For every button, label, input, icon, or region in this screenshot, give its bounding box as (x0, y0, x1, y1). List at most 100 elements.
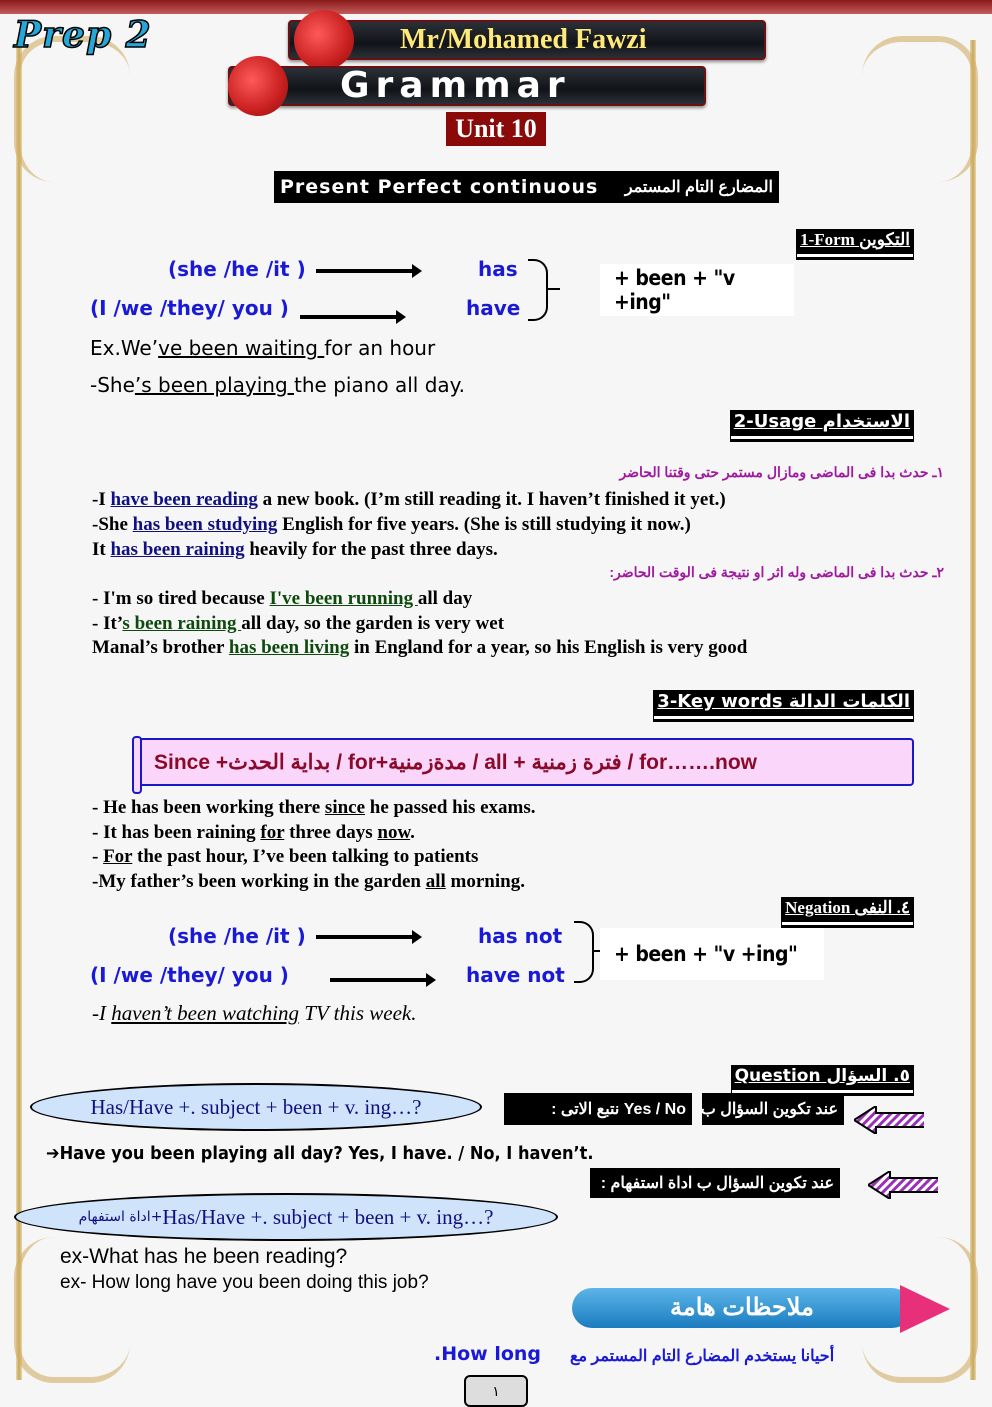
negation-example: -I haven’t been watching TV this week. (92, 1001, 416, 1026)
question-heading-ar: ٥. السؤال (826, 1066, 910, 1086)
text: . (410, 822, 415, 843)
form-example-2: -She’s been playing the piano all day. (90, 373, 465, 397)
corner-ornament-top-right (862, 36, 978, 182)
underlined-verb: have been reading (110, 489, 258, 510)
usage-heading-en: 2-Usage (733, 411, 817, 432)
text: It (92, 539, 111, 560)
text: three days (284, 822, 378, 843)
text: -I (92, 1001, 112, 1025)
gem-icon (900, 1285, 950, 1333)
corner-ornament-top-left (14, 36, 130, 182)
negation-formula: + been + "v +ing" (600, 928, 824, 980)
arrow-icon (316, 930, 422, 944)
subject-group-singular: (she /he /it ) (168, 257, 306, 281)
arrow-icon (300, 310, 406, 324)
aux-has: has (478, 257, 518, 281)
keywords-heading-en: 3-Key words (657, 691, 783, 712)
wh-example-1: ex-What has he been reading? (60, 1245, 348, 1268)
important-notes-banner: ملاحظات هامة (572, 1288, 912, 1328)
keywords-scroll: Since +بداية الحدث / for+مدةزمنية / all … (132, 736, 914, 794)
text: for an hour (324, 336, 436, 360)
yes-no-formula-oval: Has/Have +. subject + been + v. ing…? (30, 1083, 482, 1131)
aux-has-not: has not (478, 924, 563, 948)
negation-heading-en: Negation (785, 898, 851, 917)
subject-group-plural: (I /we /they/ you ) (90, 963, 289, 987)
underlined-verb: s been raining (122, 613, 242, 634)
underlined-verb: has been raining (110, 539, 245, 560)
seal-icon (228, 56, 288, 116)
wh-question-label: عند تكوين السؤال ب اداة استفهام : (590, 1168, 840, 1198)
text: Ex.We’ (90, 336, 159, 360)
left-arrow-icon (854, 1106, 924, 1134)
left-arrow-icon (868, 1171, 938, 1199)
text: - I'm so tired because (92, 588, 270, 609)
text: all day, so the garden is very wet (241, 613, 505, 634)
page-number: ١ (464, 1375, 528, 1407)
yes-no-label: عند تكوين السؤال ب (701, 1093, 844, 1125)
text: - (92, 846, 104, 867)
text: heavily for the past three days. (244, 539, 498, 560)
keyword-example: -My father’s been working in the garden … (92, 871, 525, 893)
subject-group-plural: (I /we /they/ you ) (90, 296, 289, 320)
keyword-example: - He has been working there since he pas… (92, 797, 536, 819)
wh-formula: Has/Have +. subject + been + v. ing…? (162, 1204, 494, 1229)
unit-badge: Unit 10 (446, 112, 546, 146)
subject-banner: Grammar (228, 56, 706, 116)
usage-example: - It’s been raining all day, so the gard… (92, 613, 504, 635)
top-border (0, 0, 992, 14)
seal-icon (294, 10, 354, 70)
usage-heading-ar: الاستخدام (822, 411, 910, 432)
text: English for five years. (She is still st… (277, 514, 691, 535)
question-heading: Question ٥. السؤال (730, 1065, 914, 1090)
arrow-icon (330, 973, 436, 987)
author-banner: Mr/Mohamed Fawzi (288, 10, 766, 70)
wh-word-label: اداة استفهام+ (78, 1209, 163, 1225)
aux-have-not: have not (466, 963, 565, 987)
subject-group-singular: (she /he /it ) (168, 924, 306, 948)
usage-example: Manal’s brother has been living in Engla… (92, 637, 747, 659)
text: a new book. (I’m still reading it. I hav… (257, 489, 726, 510)
form-heading: 1-Form التكوين (796, 229, 914, 254)
yes-no-tag: Yes / No نتبع الاتى : (504, 1093, 692, 1125)
question-heading-en: Question (734, 1066, 821, 1086)
keyword: since (324, 797, 366, 818)
keyword-example: - It has been raining for three days now… (92, 822, 415, 844)
text: -I (92, 489, 111, 510)
underlined-verb: has been living (228, 637, 350, 658)
form-formula: + been + "v +ing" (600, 264, 794, 316)
yes-no-example: ➔Have you been playing all day? Yes, I h… (46, 1143, 594, 1164)
wh-formula-oval: اداة استفهام+ Has/Have +. subject + been … (14, 1193, 558, 1241)
text: in England for a year, so his English is… (349, 637, 748, 658)
note-english: How long. (434, 1343, 542, 1365)
yes-no-formula: Has/Have +. subject + been + v. ing…? (90, 1094, 422, 1119)
left-border (16, 40, 22, 1380)
usage-example: - I'm so tired because I've been running… (92, 588, 472, 610)
brace-icon (574, 921, 606, 983)
author-name: Mr/Mohamed Fawzi (400, 24, 647, 55)
topic-title-bar: Present Perfect continuous المضارع التام… (274, 171, 779, 203)
form-heading-ar: التكوين (859, 230, 910, 249)
usage-example: It has been raining heavily for the past… (92, 539, 498, 561)
text: Manal’s brother (92, 637, 229, 658)
form-example-1: Ex.We’ve been waiting for an hour (90, 336, 435, 360)
underlined-verb: has been studying (132, 514, 278, 535)
negation-heading-ar: ٤. النفى (854, 898, 910, 917)
text: - It has been raining (92, 822, 261, 843)
keyword: all (425, 871, 446, 892)
text: morning. (445, 871, 525, 892)
usage-example: -She has been studying English for five … (92, 514, 691, 536)
arrow-icon (316, 264, 422, 278)
text: -She (90, 373, 135, 397)
usage-example: -I have been reading a new book. (I’m st… (92, 489, 726, 511)
usage-rule-2: ٢ـ حدث بدا فى الماضى وله اثر او نتيجة فى… (609, 564, 944, 580)
usage-heading: 2-Usage الاستخدام (729, 410, 914, 436)
keywords-scroll-text: Since +بداية الحدث / for+مدةزمنية / all … (154, 750, 757, 774)
underlined-verb: ’s been playing (134, 373, 295, 397)
subject-title: Grammar (340, 65, 571, 106)
usage-rule-1: ١ـ حدث بدا فى الماضى ومازال مستمر حتى وق… (619, 464, 944, 480)
topic-title-english: Present Perfect continuous (280, 176, 599, 198)
text: all day (417, 588, 473, 609)
note-arabic: أحيانا يستخدم المضارع التام المستمر مع (570, 1348, 835, 1365)
right-border (970, 40, 976, 1380)
text: -My father’s been working in the garden (92, 871, 426, 892)
